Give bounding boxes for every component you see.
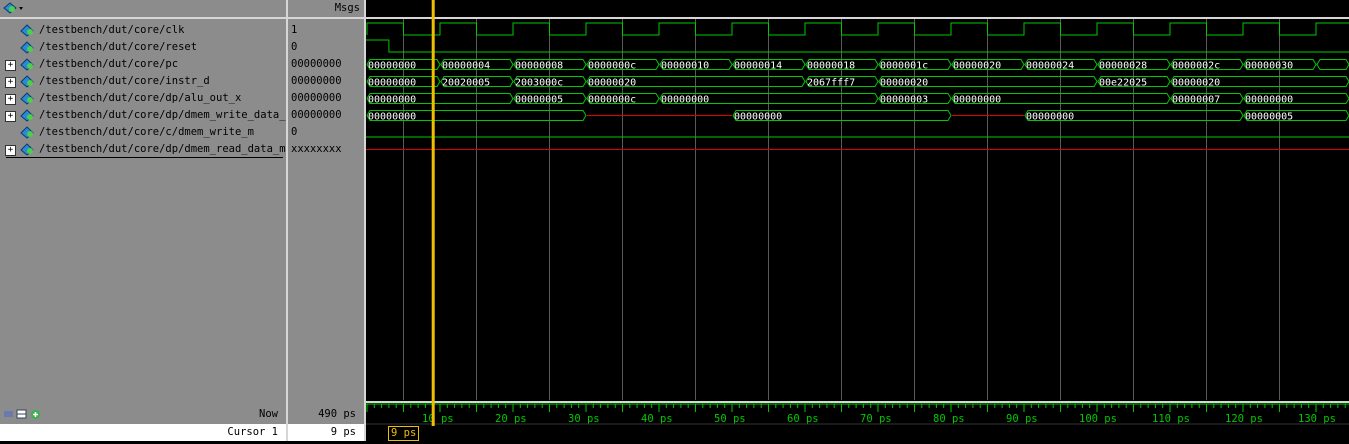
signal-icon (20, 24, 34, 37)
expand-toggle[interactable]: + (5, 145, 16, 156)
dmem_write_data_m-value-label: 00000005 (1245, 112, 1293, 123)
now-label: Now (259, 408, 278, 420)
timeline-tick-label: 50 ps (714, 413, 746, 425)
pc-value-label: 00000030 (1245, 61, 1293, 72)
alu_out_x-value-label: 00000005 (515, 95, 563, 106)
list-end-divider (6, 157, 283, 158)
alu_out_x-value-label: 00000000 (953, 95, 1001, 106)
msgs-label: Msgs (334, 2, 360, 14)
pc-segment (1316, 59, 1349, 70)
signal-names-pane: /testbench/dut/core/clk/testbench/dut/co… (0, 0, 292, 441)
pc-value-label: 00000024 (1026, 61, 1074, 72)
dmem_write_data_m-value-label: 00000000 (734, 112, 782, 123)
layout-icon[interactable] (3, 2, 23, 14)
reset-wave (366, 39, 1349, 53)
toolbar-bottom: Now Cursor 1 (0, 405, 286, 441)
pc-value-label: 00000008 (515, 61, 563, 72)
instr_d-value-label: 00000020 (1172, 78, 1220, 89)
pc-value-label: 00000004 (442, 61, 490, 72)
instr_d-value-label: 2067fff7 (807, 78, 855, 89)
timeline-tick-label: 130 ps (1298, 413, 1336, 425)
clk-wave (366, 22, 1349, 36)
signal-name[interactable]: /testbench/dut/core/dp/dmem_write_data_m (39, 107, 292, 124)
signal-name[interactable]: /testbench/dut/core/dp/alu_out_x (39, 90, 241, 107)
signal-icon (20, 92, 34, 105)
expand-toggle[interactable]: + (5, 77, 16, 88)
timeline-tick-label: 40 ps (641, 413, 673, 425)
signal-value: 0 (291, 41, 298, 53)
alu_out_x-value-label: 00000000 (368, 95, 416, 106)
timeline-tick-label: 10 ps (422, 413, 454, 425)
signal-icon (20, 143, 34, 156)
wave-canvas[interactable]: 00000000 00000004 00000008 0000000c 00000010… (366, 0, 1349, 441)
pc-value-label: 00000020 (953, 61, 1001, 72)
timeline-tick-label: 20 ps (495, 413, 527, 425)
signal-value: 0 (291, 126, 298, 138)
signal-name[interactable]: /testbench/dut/core/pc (39, 56, 178, 73)
signal-name[interactable]: /testbench/dut/core/c/dmem_write_m (39, 124, 254, 141)
signal-value: 00000000 (291, 75, 342, 87)
instr_d-value-label: 00e22025 (1099, 78, 1147, 89)
alu_out_x-value-label: 00000003 (880, 95, 928, 106)
timeline-tick-label: 30 ps (568, 413, 600, 425)
signal-name[interactable]: /testbench/dut/core/clk (39, 22, 184, 39)
signal-value: xxxxxxxx (291, 143, 342, 155)
wave-window[interactable]: 00000000 00000004 00000008 0000000c 00000010… (366, 0, 1349, 441)
cursor-line (431, 0, 435, 426)
signal-value: 1 (291, 24, 298, 36)
alu_out_x-value-label: 00000000 (661, 95, 709, 106)
zoom-icon[interactable] (3, 409, 14, 422)
alu_out_x-value-label: 0000000c (588, 95, 636, 106)
timeline-tick-label: 90 ps (1006, 413, 1038, 425)
alu_out_x-value-label: 00000007 (1172, 95, 1220, 106)
names-header (0, 0, 286, 19)
alu_out_x-value-label: 00000000 (1245, 95, 1293, 106)
grid-icon[interactable] (16, 409, 27, 422)
signal-value: 00000000 (291, 92, 342, 104)
instr_d-value-label: 2003000c (515, 78, 563, 89)
signal-value: 00000000 (291, 109, 342, 121)
wave-header-border (366, 17, 1349, 19)
msgs-header: Msgs (288, 0, 364, 19)
pc-value-label: 00000000 (368, 61, 416, 72)
instr_d-value-label: 20020005 (442, 78, 490, 89)
signal-icon (20, 109, 34, 122)
signal-name[interactable]: /testbench/dut/core/reset (39, 39, 197, 56)
expand-toggle[interactable]: + (5, 60, 16, 71)
pc-value-label: 00000018 (807, 61, 855, 72)
signal-value: 00000000 (291, 58, 342, 70)
now-value: 490 ps (318, 408, 356, 420)
signal-name[interactable]: /testbench/dut/core/dp/dmem_read_data_m (39, 141, 286, 158)
pc-value-label: 00000014 (734, 61, 782, 72)
dmem_write_data_m-value-label: 00000000 (1026, 112, 1074, 123)
timeline-tick-label: 70 ps (860, 413, 892, 425)
signal-icon (20, 126, 34, 139)
pc-value-label: 0000002c (1172, 61, 1220, 72)
pc-value-label: 00000028 (1099, 61, 1147, 72)
timeline-tick-label: 80 ps (933, 413, 965, 425)
timeline-border (366, 401, 1349, 403)
pc-value-label: 0000001c (880, 61, 928, 72)
instr_d-value-label: 00000020 (588, 78, 636, 89)
timeline-tick-label: 120 ps (1225, 413, 1263, 425)
cursor-time-tag[interactable]: 9 ps (388, 426, 420, 441)
timeline-tick-label: 110 ps (1152, 413, 1190, 425)
signal-values-pane: Msgs 1 0 00000000 00000000 00000000 00000000 0… (288, 0, 364, 441)
signal-icon (20, 58, 34, 71)
timeline-tick-label: 60 ps (787, 413, 819, 425)
instr_d-value-label: 00000020 (880, 78, 928, 89)
timeline-tick-label: 100 ps (1079, 413, 1117, 425)
expand-toggle[interactable]: + (5, 111, 16, 122)
signal-icon (20, 41, 34, 54)
pc-value-label: 00000010 (661, 61, 709, 72)
signal-icon (20, 75, 34, 88)
add-cursor-icon[interactable] (30, 409, 41, 423)
expand-toggle[interactable]: + (5, 94, 16, 105)
cursor-value: 9 ps (330, 426, 356, 438)
pc-value-label: 0000000c (588, 61, 636, 72)
signal-name[interactable]: /testbench/dut/core/instr_d (39, 73, 210, 90)
cursor-label[interactable]: Cursor 1 (227, 426, 278, 438)
instr_d-value-label: 00000000 (368, 78, 416, 89)
dmem_write_data_m-value-label: 00000000 (368, 112, 416, 123)
